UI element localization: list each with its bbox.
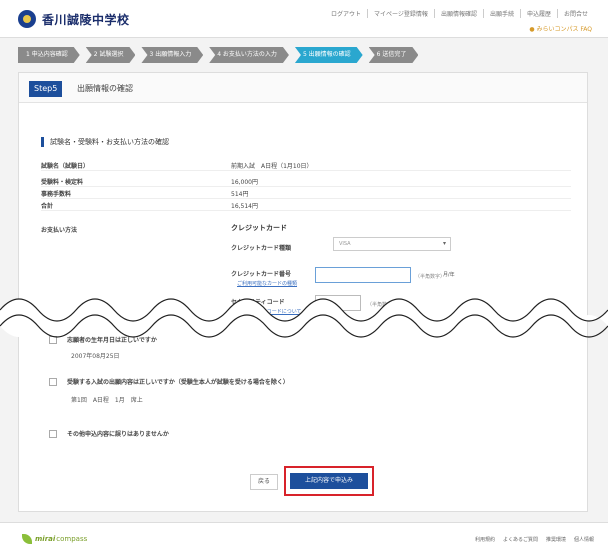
school-logo[interactable]: 香川誠陵中学校 — [18, 10, 130, 28]
exam-fee-row: 受験料・検定料 16,000円 — [41, 175, 571, 187]
application-check-link[interactable]: 出願情報確認 — [433, 9, 483, 18]
other-content-check[interactable]: その他申込内容に誤りはありませんか — [49, 429, 169, 438]
card-number-hint: （半角数字） — [415, 274, 446, 280]
expiry-label: 月/年 — [443, 272, 455, 278]
total-row: 合計 16,514円 — [41, 199, 571, 211]
check-label: その他申込内容に誤りはありませんか — [67, 431, 169, 438]
site-header: 香川誠陵中学校 ログアウト マイページ登録情報 出願情報確認 出願手続 申込履歴… — [0, 0, 608, 38]
account-info-link[interactable]: マイページ登録情報 — [367, 9, 434, 18]
card-types-link[interactable]: ご利用可能なカードの種類 — [237, 280, 297, 287]
row-value: 前期入試 A日程（1月10日） — [231, 163, 313, 170]
check-label: 受験する入試の出願内容は正しいですか（受験生本人が試験を受ける場合を除く） — [67, 379, 289, 386]
row-label: 合計 — [41, 203, 54, 210]
card-type-value: VISA — [339, 241, 351, 247]
card-type-select[interactable]: VISA ▾ — [333, 237, 451, 251]
section-title: 試験名・受験料・お支払い方法の確認 — [41, 137, 169, 147]
step-6: 6 送信完了 — [369, 47, 419, 63]
application-content-value: 第1回 A日程 1月 席上 — [71, 397, 143, 404]
submit-highlight: 上記内容で申込み — [284, 466, 374, 496]
terms-link[interactable]: 利用規約 — [475, 536, 495, 543]
chevron-down-icon: ▾ — [442, 240, 446, 247]
privacy-link[interactable]: 個人情報 — [574, 536, 594, 543]
school-name: 香川誠陵中学校 — [42, 12, 130, 27]
row-label: 試験名（試験日） — [41, 163, 90, 170]
submit-application-button[interactable]: 上記内容で申込み — [290, 473, 368, 489]
checkbox[interactable] — [49, 429, 57, 438]
logo-suffix: compass — [56, 535, 88, 543]
footer-nav: 利用規約 よくあるご質問 推奨環境 個人情報 — [475, 536, 594, 543]
page-break-wave — [0, 298, 608, 338]
payment-method-label: お支払い方法 — [41, 227, 78, 234]
school-emblem-icon — [18, 10, 36, 28]
handling-fee-row: 事務手数料 514円 — [41, 187, 571, 199]
logo-brand: mirai — [35, 535, 56, 543]
birthdate-value: 2007年08月25日 — [71, 353, 120, 360]
step-2: 2 試験選択 — [86, 47, 136, 63]
credit-card-title: クレジットカード — [231, 224, 287, 232]
miraicompass-logo[interactable]: mirai compass — [22, 534, 87, 544]
logout-link[interactable]: ログアウト — [325, 9, 367, 18]
environment-link[interactable]: 推奨環境 — [546, 536, 566, 543]
step-3: 3 出願情報入力 — [141, 47, 203, 63]
leaf-icon — [22, 534, 32, 544]
step-badge: Step5 — [29, 81, 63, 97]
exam-name-row: 試験名（試験日） 前期入試 A日程（1月10日） — [41, 159, 571, 171]
header-nav: ログアウト マイページ登録情報 出願情報確認 出願手続 申込履歴 お問合せ — [325, 9, 594, 18]
faq-link[interactable]: ● みらいコンパス FAQ — [529, 24, 592, 33]
step-5-current: 5 出願情報の確認 — [295, 47, 363, 63]
faq-footer-link[interactable]: よくあるご質問 — [503, 536, 538, 543]
step-1: 1 申込内容確認 — [18, 47, 80, 63]
application-content-check[interactable]: 受験する入試の出願内容は正しいですか（受験生本人が試験を受ける場合を除く） — [49, 377, 289, 386]
card-header: Step5 出願情報の確認 — [19, 73, 587, 103]
row-label: 受験料・検定料 — [41, 179, 84, 186]
checkbox[interactable] — [49, 377, 57, 386]
row-value: 16,514円 — [231, 203, 258, 210]
row-value: 514円 — [231, 191, 249, 198]
card-type-label: クレジットカード種類 — [231, 245, 292, 252]
application-procedure-link[interactable]: 出願手続 — [482, 9, 520, 18]
history-link[interactable]: 申込履歴 — [519, 9, 557, 18]
site-footer: mirai compass 利用規約 よくあるご質問 推奨環境 個人情報 — [0, 522, 608, 556]
row-value: 16,000円 — [231, 179, 258, 186]
page-title: 出願情報の確認 — [77, 84, 133, 93]
step-progress-bar: 1 申込内容確認 2 試験選択 3 出願情報入力 4 お支払い方法の入力 5 出… — [18, 47, 424, 63]
step-4: 4 お支払い方法の入力 — [209, 47, 289, 63]
row-label: 事務手数料 — [41, 191, 72, 198]
card-number-label: クレジットカード番号 — [231, 271, 292, 278]
back-button[interactable]: 戻る — [250, 474, 278, 490]
card-number-input[interactable] — [315, 267, 411, 283]
contact-link[interactable]: お問合せ — [556, 9, 594, 18]
